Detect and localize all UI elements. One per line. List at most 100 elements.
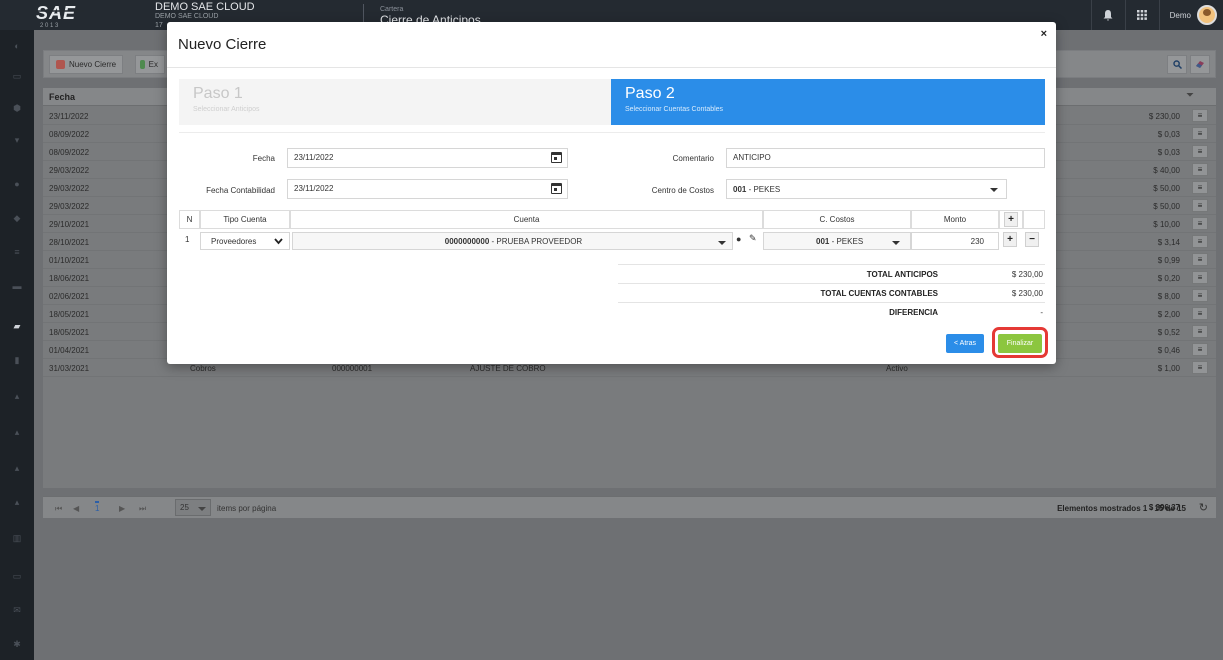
step-2[interactable]: Paso 2 Seleccionar Cuentas Contables xyxy=(611,79,1045,125)
centro-costos-select[interactable]: 001 - PEKES xyxy=(726,179,1007,199)
cell-number: 000000001 xyxy=(332,364,373,373)
remove-row-button[interactable]: − xyxy=(1025,232,1039,247)
tag-icon[interactable]: ◆ xyxy=(0,208,34,228)
row-menu-icon[interactable]: ≡ xyxy=(1192,325,1208,338)
eraser-icon xyxy=(1196,61,1204,68)
tipo-cuenta-value: Proveedores xyxy=(211,237,257,246)
dashboard-icon[interactable]: ◐ xyxy=(0,36,34,56)
bell-icon[interactable] xyxy=(1090,0,1125,30)
user-menu[interactable]: Demo xyxy=(1158,0,1223,30)
row-menu-icon[interactable]: ≡ xyxy=(1192,361,1208,374)
calendar-icon[interactable] xyxy=(551,152,562,163)
apps-grid-icon[interactable] xyxy=(1124,0,1159,30)
blank-header xyxy=(1023,210,1045,229)
graduation-icon[interactable]: ▴ xyxy=(0,386,34,406)
money-icon[interactable]: ▬ xyxy=(0,276,34,296)
row-menu-icon[interactable]: ≡ xyxy=(1192,163,1208,176)
excel-icon xyxy=(140,60,145,69)
comment-icon[interactable]: ● xyxy=(736,234,748,254)
pager: ⏮ ◀ 1 ▶ ⏭ 25 items por página Elementos … xyxy=(43,496,1216,520)
refresh-icon[interactable]: ↻ xyxy=(1199,501,1208,514)
cart-icon[interactable]: ▾ xyxy=(0,130,34,150)
list-icon[interactable]: ≡ xyxy=(0,242,34,262)
row-menu-icon[interactable]: ≡ xyxy=(1192,127,1208,140)
mail-icon[interactable]: ✉ xyxy=(0,600,34,620)
row-menu-icon[interactable]: ≡ xyxy=(1192,307,1208,320)
sae-logo[interactable]: SAE 2 0 1 3 xyxy=(34,2,88,28)
filter-icon[interactable]: ⏷ xyxy=(1186,90,1194,101)
graduation-icon[interactable]: ▴ xyxy=(0,492,34,512)
cell-amount: $ 50,00 xyxy=(1153,202,1180,211)
sidebar: ◐ ▭ ⬢ ▾ ● ◆ ≡ ▬ ▰ ▮ ▴ ▴ ▴ ▴ ▥ ▭ ✉ ✱ xyxy=(0,30,34,660)
cell-description: AJUSTE DE COBRO xyxy=(470,364,546,373)
comentario-value: ANTICIPO xyxy=(733,153,771,162)
row-menu-icon[interactable]: ≡ xyxy=(1192,199,1208,212)
chevron-down-icon xyxy=(274,238,283,245)
cell-amount: $ 0,03 xyxy=(1157,130,1180,139)
monto-input[interactable]: 230 xyxy=(911,232,999,250)
clear-filter-button[interactable] xyxy=(1190,55,1210,74)
user-name: Demo xyxy=(1169,10,1191,20)
comentario-input[interactable]: ANTICIPO xyxy=(726,148,1045,168)
page-number[interactable]: 1 xyxy=(95,501,100,513)
row-menu-icon[interactable]: ≡ xyxy=(1192,343,1208,356)
logo-year: 2 0 1 3 xyxy=(40,23,59,28)
svg-text:SAE: SAE xyxy=(36,3,76,23)
step-1[interactable]: Paso 1 Seleccionar Anticipos xyxy=(179,79,611,125)
row-menu-icon[interactable]: ≡ xyxy=(1192,181,1208,194)
add-row-inline-button[interactable]: + xyxy=(1003,232,1017,247)
search-button[interactable] xyxy=(1167,55,1187,74)
row-menu-icon[interactable]: ≡ xyxy=(1192,271,1208,284)
row-number: 1 xyxy=(185,235,190,244)
last-page-icon[interactable]: ⏭ xyxy=(139,504,146,514)
page-size-select[interactable]: 25 xyxy=(175,499,211,516)
fecha-input[interactable]: 23/11/2022 xyxy=(287,148,568,168)
graduation-icon[interactable]: ▴ xyxy=(0,422,34,442)
cell-date: 29/03/2022 xyxy=(49,166,90,175)
step-1-title: Paso 1 xyxy=(193,85,243,102)
shield-icon[interactable]: ⬢ xyxy=(0,98,34,118)
calendar-icon[interactable] xyxy=(551,183,562,194)
cell-amount: $ 8,00 xyxy=(1157,292,1180,301)
building-icon[interactable]: ▮ xyxy=(0,350,34,370)
pencil-icon[interactable]: ✎ xyxy=(749,233,759,253)
cuenta-select[interactable]: 0000000000 - PRUEBA PROVEEDOR xyxy=(292,232,733,250)
cell-date: 02/06/2021 xyxy=(49,292,90,301)
row-menu-icon[interactable]: ≡ xyxy=(1192,253,1208,266)
page-size-label: items por página xyxy=(217,504,277,513)
finish-button[interactable]: Finalizar xyxy=(998,334,1042,353)
company-name: DEMO SAE CLOUD xyxy=(155,1,255,13)
total-cuentas-label: TOTAL CUENTAS CONTABLES xyxy=(820,289,938,298)
row-menu-icon[interactable]: ≡ xyxy=(1192,145,1208,158)
back-button[interactable]: < Atras xyxy=(946,334,984,353)
column-header-fecha[interactable]: Fecha xyxy=(49,92,75,102)
briefcase-icon[interactable]: ▰ xyxy=(0,316,34,336)
settings-icon[interactable]: ✱ xyxy=(0,634,34,654)
page-size-value: 25 xyxy=(180,503,189,512)
row-menu-icon[interactable]: ≡ xyxy=(1192,235,1208,248)
close-icon[interactable]: × xyxy=(1041,28,1047,40)
new-close-button[interactable]: Nuevo Cierre xyxy=(49,55,124,74)
company-sub: DEMO SAE CLOUD xyxy=(155,13,219,20)
items-shown-label: Elementos mostrados 1 - 15 de 15 xyxy=(1057,504,1186,513)
next-page-icon[interactable]: ▶ xyxy=(119,504,125,513)
export-button[interactable]: Ex xyxy=(135,55,165,74)
comentario-label: Comentario xyxy=(672,154,714,163)
row-menu-icon[interactable]: ≡ xyxy=(1192,217,1208,230)
prev-page-icon[interactable]: ◀ xyxy=(73,504,79,513)
tipo-cuenta-select[interactable]: Proveedores xyxy=(200,232,290,250)
bank-icon[interactable]: ▥ xyxy=(0,528,34,548)
total-anticipos-row: TOTAL ANTICIPOS $ 230,00 xyxy=(618,264,1045,283)
users-icon[interactable]: ● xyxy=(0,174,34,194)
fecha-contabilidad-input[interactable]: 23/11/2022 xyxy=(287,179,568,199)
c-costos-select[interactable]: 001 - PEKES xyxy=(763,232,911,250)
graduation-icon[interactable]: ▴ xyxy=(0,458,34,478)
add-row-button[interactable]: + xyxy=(1004,212,1018,227)
chevron-down-icon xyxy=(198,507,206,511)
inbox-icon[interactable]: ▭ xyxy=(0,66,34,86)
folder-icon[interactable]: ▭ xyxy=(0,566,34,586)
row-menu-icon[interactable]: ≡ xyxy=(1192,289,1208,302)
row-menu-icon[interactable]: ≡ xyxy=(1192,109,1208,122)
cell-type: Cobros xyxy=(190,364,216,373)
first-page-icon[interactable]: ⏮ xyxy=(55,504,62,514)
